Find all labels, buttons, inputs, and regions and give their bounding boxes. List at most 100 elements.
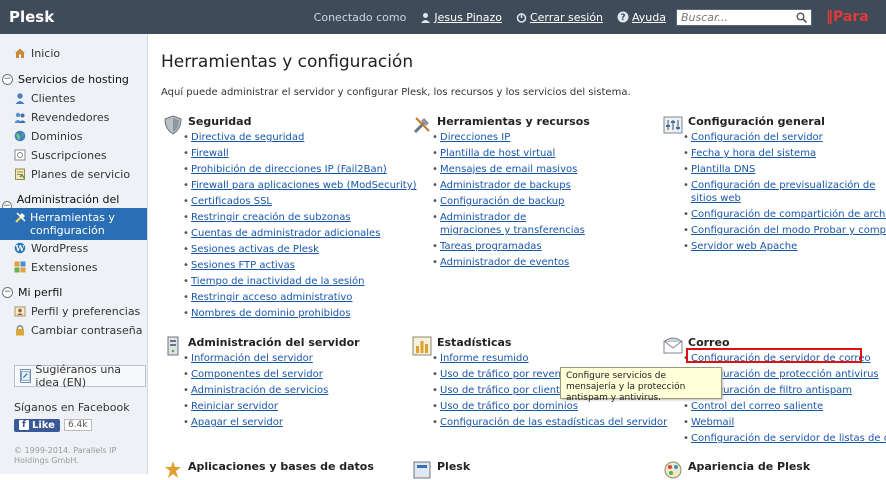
list-item: Configuración de las estadísticas del se… bbox=[432, 416, 667, 429]
profile-icon bbox=[14, 306, 26, 317]
link-fail2ban[interactable]: Prohibición de direcciones IP (Fail2Ban) bbox=[191, 164, 387, 175]
list-item: Administración de servicios bbox=[183, 384, 328, 397]
sidebar-header-profile[interactable]: − Mi perfil bbox=[0, 286, 147, 299]
plesk-logo[interactable]: Plesk bbox=[9, 8, 54, 26]
link-apache[interactable]: Servidor web Apache bbox=[691, 241, 797, 252]
link-webmail[interactable]: Webmail bbox=[691, 417, 734, 428]
link-additional-admins[interactable]: Cuentas de administrador adicionales bbox=[191, 228, 380, 239]
link-server-info[interactable]: Información del servidor bbox=[191, 353, 313, 364]
server-icon bbox=[167, 336, 179, 356]
link-server-settings[interactable]: Configuración del servidor bbox=[691, 132, 823, 143]
list-item: Reiniciar servidor bbox=[183, 400, 328, 413]
sidebar: Inicio − Servicios de hosting Clientes R… bbox=[0, 34, 148, 474]
link-shutdown-server[interactable]: Apagar el servidor bbox=[191, 417, 283, 428]
link-outgoing-mail[interactable]: Control del correo saliente bbox=[691, 401, 823, 412]
link-dns-template[interactable]: Plantilla DNS bbox=[691, 164, 755, 175]
list-item: Firewall para aplicaciones web (ModSecur… bbox=[183, 179, 417, 192]
sidebar-item-extensions[interactable]: Extensiones bbox=[0, 258, 147, 276]
link-backup-settings[interactable]: Configuración de backup bbox=[440, 196, 564, 207]
link-prohibited-domains[interactable]: Nombres de dominio prohibidos bbox=[191, 308, 350, 319]
link-session-idle[interactable]: Tiempo de inactividad de la sesión bbox=[191, 276, 365, 287]
link-security-policy[interactable]: Directiva de seguridad bbox=[191, 132, 304, 143]
list-item: Tiempo de inactividad de la sesión bbox=[183, 275, 417, 288]
sidebar-item-subscriptions[interactable]: Suscripciones bbox=[0, 146, 147, 164]
link-list: Directiva de seguridad Firewall Prohibic… bbox=[183, 131, 417, 323]
svg-text:W: W bbox=[15, 243, 26, 253]
sidebar-item-change-password[interactable]: Cambiar contraseña bbox=[0, 321, 147, 339]
page-description: Aquí puede administrar el servidor y con… bbox=[161, 87, 631, 98]
list-item: Informe resumido bbox=[432, 352, 667, 365]
link-restrict-subzones[interactable]: Restringir creación de subzonas bbox=[191, 212, 351, 223]
link-file-sharing[interactable]: Configuración de compartición de archivo… bbox=[691, 209, 886, 220]
link-traffic-domains[interactable]: Uso de tráfico por dominios bbox=[440, 401, 578, 412]
facebook-like-button[interactable]: f Like bbox=[14, 418, 60, 432]
list-item: Nombres de dominio prohibidos bbox=[183, 307, 417, 320]
facebook-icon: f bbox=[19, 420, 29, 430]
sidebar-item-resellers[interactable]: Revendedores bbox=[0, 108, 147, 126]
link-backup-manager[interactable]: Administrador de backups bbox=[440, 180, 571, 191]
link-virtual-host-template[interactable]: Plantilla de host virtual bbox=[440, 148, 555, 159]
top-right-area: Conectado como Jesus Pinazo Cerrar sesió… bbox=[314, 0, 886, 34]
link-event-manager[interactable]: Administrador de eventos bbox=[440, 257, 569, 268]
suggest-idea-button[interactable]: Sugiéranos una idea (EN) bbox=[14, 363, 146, 389]
sidebar-header-hosting[interactable]: − Servicios de hosting bbox=[0, 73, 147, 86]
tools-icon bbox=[15, 212, 26, 223]
link-traffic-clients[interactable]: Uso de tráfico por clientes bbox=[440, 385, 571, 396]
sidebar-item-profile[interactable]: Perfil y preferencias bbox=[0, 302, 147, 320]
link-migration-manager[interactable]: Administrador de migraciones y transfere… bbox=[440, 212, 585, 236]
link-ftp-sessions[interactable]: Sesiones FTP activas bbox=[191, 260, 295, 271]
feedback-icon bbox=[20, 369, 32, 383]
user-icon bbox=[15, 93, 25, 104]
user-link[interactable]: Jesus Pinazo bbox=[434, 11, 502, 24]
sidebar-item-tools-settings[interactable]: Herramientas y configuración bbox=[0, 208, 147, 240]
list-item: Configuración del servidor bbox=[683, 131, 886, 144]
search-input[interactable]: Buscar... bbox=[676, 8, 812, 26]
link-restart-server[interactable]: Reiniciar servidor bbox=[191, 401, 278, 412]
link-mass-email[interactable]: Mensajes de email masivos bbox=[440, 164, 577, 175]
user-icon bbox=[421, 12, 431, 23]
link-try-buy-mode[interactable]: Configuración del modo Probar y comprar bbox=[691, 225, 886, 236]
appearance-icon bbox=[664, 461, 682, 479]
link-restrict-admin-access[interactable]: Restringir acceso administrativo bbox=[191, 292, 352, 303]
link-ssl-certificates[interactable]: Certificados SSL bbox=[191, 196, 272, 207]
sidebar-item-wordpress[interactable]: W WordPress bbox=[0, 239, 147, 257]
list-item: Configuración de compartición de archivo… bbox=[683, 208, 886, 221]
list-item: Configuración de servidor de listas de c… bbox=[683, 432, 886, 445]
sidebar-item-service-plans[interactable]: Planes de servicio bbox=[0, 165, 147, 183]
mail-tooltip: Configure servicios de mensajería y la p… bbox=[560, 367, 722, 403]
link-server-components[interactable]: Componentes del servidor bbox=[191, 369, 323, 380]
list-item: Direcciones IP bbox=[432, 131, 590, 144]
link-services-management[interactable]: Administración de servicios bbox=[191, 385, 328, 396]
shield-icon bbox=[164, 115, 182, 135]
link-modsecurity[interactable]: Firewall para aplicaciones web (ModSecur… bbox=[191, 180, 417, 191]
link-scheduled-tasks[interactable]: Tareas programadas bbox=[440, 241, 542, 252]
link-site-preview[interactable]: Configuración de previsualización de sit… bbox=[691, 180, 875, 204]
parallels-brand: ‖Para bbox=[826, 9, 869, 25]
connected-as-label: Conectado como bbox=[313, 10, 407, 24]
mail-icon bbox=[663, 337, 683, 354]
copyright: © 1999-2014. Parallels IP Holdings GmbH. bbox=[14, 446, 117, 465]
link-mailing-lists[interactable]: Configuración de servidor de listas de c… bbox=[691, 433, 886, 444]
facebook-like: f Like 6.4k bbox=[14, 417, 92, 433]
link-ip-addresses[interactable]: Direcciones IP bbox=[440, 132, 510, 143]
link-active-sessions[interactable]: Sesiones activas de Plesk bbox=[191, 244, 319, 255]
search-icon[interactable] bbox=[796, 12, 807, 23]
sidebar-item-clients[interactable]: Clientes bbox=[0, 89, 147, 107]
list-item: Prohibición de direcciones IP (Fail2Ban) bbox=[183, 163, 417, 176]
link-summary-report[interactable]: Informe resumido bbox=[440, 353, 529, 364]
help-link[interactable]: Ayuda bbox=[632, 11, 666, 24]
subscription-icon bbox=[14, 149, 26, 161]
list-item: Sesiones activas de Plesk bbox=[183, 243, 417, 256]
link-statistics-settings[interactable]: Configuración de las estadísticas del se… bbox=[440, 417, 667, 428]
link-system-time[interactable]: Fecha y hora del sistema bbox=[691, 148, 816, 159]
highlight-box bbox=[686, 348, 862, 363]
logout-link[interactable]: Cerrar sesión bbox=[530, 11, 603, 24]
list-item: Información del servidor bbox=[183, 352, 328, 365]
section-title: Administración del servidor bbox=[188, 336, 360, 349]
link-firewall[interactable]: Firewall bbox=[191, 148, 229, 159]
link-list: Configuración del servidor Fecha y hora … bbox=[683, 131, 886, 256]
sidebar-item-home[interactable]: Inicio bbox=[0, 44, 147, 62]
list-item: Plantilla de host virtual bbox=[432, 147, 590, 160]
list-item: Certificados SSL bbox=[183, 195, 417, 208]
sidebar-item-domains[interactable]: Dominios bbox=[0, 127, 147, 145]
